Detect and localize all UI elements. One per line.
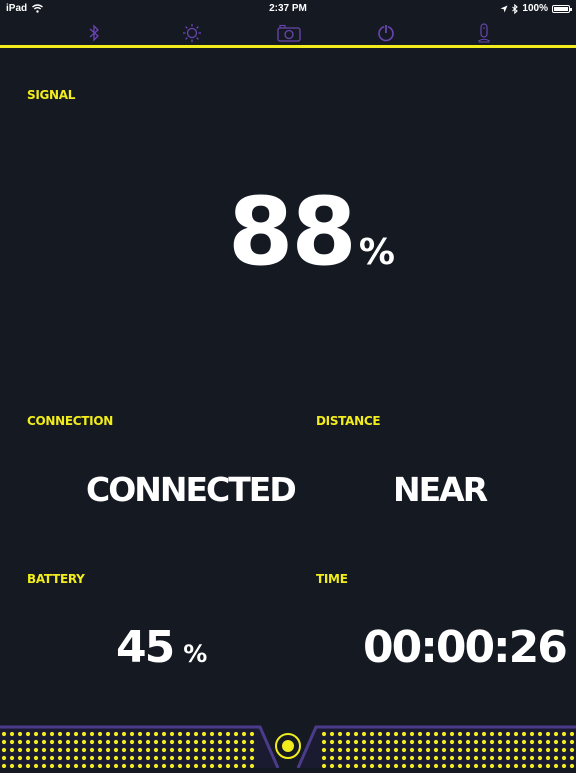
camera-icon — [277, 24, 301, 42]
brightness-icon — [183, 24, 201, 42]
tab-brightness[interactable] — [179, 20, 205, 46]
signal-value-group: 88% — [228, 178, 395, 308]
time-value: 00:00:26 — [363, 622, 568, 673]
distance-value: NEAR — [393, 470, 488, 509]
footer-bar — [0, 722, 576, 769]
center-button-dot-icon — [282, 740, 294, 752]
signal-unit: % — [358, 232, 395, 273]
center-home-button[interactable] — [275, 733, 301, 759]
tab-power[interactable] — [373, 20, 399, 46]
signal-value: 88 — [228, 178, 357, 287]
status-right: 100% — [500, 3, 572, 14]
status-time: 2:37 PM — [269, 3, 307, 14]
battery-label: BATTERY — [27, 572, 85, 586]
tab-bar — [0, 18, 576, 46]
location-arrow-icon — [500, 5, 508, 12]
connection-value: CONNECTED — [86, 470, 297, 509]
battery-percent: 100% — [522, 3, 548, 14]
tab-tracker[interactable] — [471, 20, 497, 46]
connection-label: CONNECTION — [27, 414, 113, 428]
battery-value: 45 — [116, 622, 175, 673]
signal-label: SIGNAL — [27, 88, 76, 102]
tab-camera[interactable] — [276, 20, 302, 46]
tracker-icon — [478, 23, 490, 43]
battery-icon — [552, 4, 572, 13]
bluetooth-status-icon — [512, 3, 519, 14]
distance-label: DISTANCE — [316, 414, 381, 428]
power-icon — [378, 24, 394, 42]
battery-unit: % — [183, 640, 208, 668]
tab-indicator-line — [0, 45, 576, 48]
bluetooth-icon — [89, 24, 99, 42]
time-label: TIME — [316, 572, 348, 586]
tab-bluetooth[interactable] — [81, 20, 107, 46]
status-bar: iPad 2:37 PM 100% — [0, 0, 576, 18]
battery-value-group: 45% — [116, 620, 207, 682]
